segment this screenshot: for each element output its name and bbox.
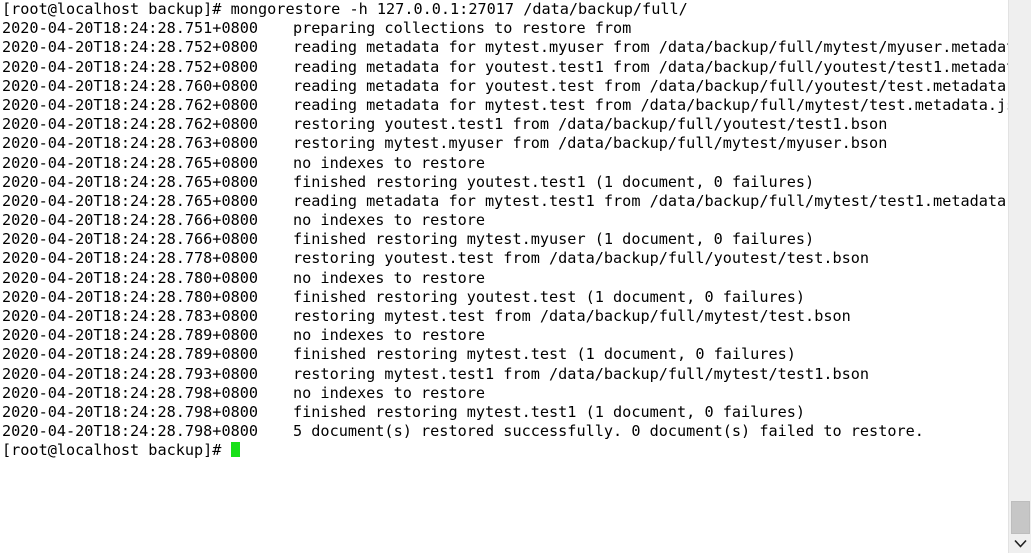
log-timestamp: 2020-04-20T18:24:28.798+0800 xyxy=(2,422,259,441)
terminal-log-line: 2020-04-20T18:24:28.752+0800 reading meta… xyxy=(2,58,1008,77)
log-timestamp: 2020-04-20T18:24:28.760+0800 xyxy=(2,76,259,95)
log-message: restoring mytest.myuser from /data/backu… xyxy=(293,134,888,153)
log-message: finished restoring mytest.test1 (1 docum… xyxy=(293,402,806,421)
terminal-log-line: 2020-04-20T18:24:28.760+0800 reading meta… xyxy=(2,77,1008,96)
log-message: restoring youtest.test1 from /data/backu… xyxy=(293,115,888,134)
log-message: restoring youtest.test from /data/backup… xyxy=(293,249,870,268)
terminal-log-line: 2020-04-20T18:24:28.793+0800 restoring my… xyxy=(2,365,1008,384)
terminal-log-line: 2020-04-20T18:24:28.765+0800 reading meta… xyxy=(2,192,1008,211)
terminal-log-line: 2020-04-20T18:24:28.763+0800 restoring my… xyxy=(2,134,1008,153)
log-message: reading metadata for mytest.test from /d… xyxy=(293,95,1008,114)
terminal-log-line: 2020-04-20T18:24:28.798+0800 no indexes t… xyxy=(2,384,1008,403)
log-timestamp: 2020-04-20T18:24:28.752+0800 xyxy=(2,57,259,76)
terminal-log-line: 2020-04-20T18:24:28.766+0800 finished res… xyxy=(2,230,1008,249)
log-timestamp: 2020-04-20T18:24:28.780+0800 xyxy=(2,287,259,306)
terminal-log-line: 2020-04-20T18:24:28.762+0800 restoring yo… xyxy=(2,115,1008,134)
terminal-log-line: 2020-04-20T18:24:28.751+0800 preparing co… xyxy=(2,19,1008,38)
log-message: reading metadata for mytest.myuser from … xyxy=(293,38,1008,57)
terminal-log-line: 2020-04-20T18:24:28.798+0800 finished res… xyxy=(2,403,1008,422)
log-timestamp: 2020-04-20T18:24:28.789+0800 xyxy=(2,326,259,345)
vertical-scrollbar[interactable] xyxy=(1008,0,1031,553)
log-message: reading metadata for youtest.test1 from … xyxy=(293,57,1008,76)
log-message: finished restoring youtest.test (1 docum… xyxy=(293,287,806,306)
log-message: finished restoring mytest.test (1 docume… xyxy=(293,345,796,364)
scroll-down-button[interactable] xyxy=(1009,534,1031,553)
terminal-log-line: 2020-04-20T18:24:28.798+0800 5 document(s… xyxy=(2,422,1008,441)
log-timestamp: 2020-04-20T18:24:28.798+0800 xyxy=(2,383,259,402)
log-timestamp: 2020-04-20T18:24:28.766+0800 xyxy=(2,230,259,249)
shell-prompt-line[interactable]: [root@localhost backup]# xyxy=(2,441,1008,460)
log-message: no indexes to restore xyxy=(293,326,486,345)
log-message: reading metadata for mytest.test1 from /… xyxy=(293,191,1008,210)
log-message: 5 document(s) restored successfully. 0 d… xyxy=(293,422,924,441)
chevron-down-icon xyxy=(1014,539,1027,548)
log-message: restoring mytest.test1 from /data/backup… xyxy=(293,364,870,383)
log-timestamp: 2020-04-20T18:24:28.752+0800 xyxy=(2,38,259,57)
log-message: no indexes to restore xyxy=(293,211,486,230)
log-message: no indexes to restore xyxy=(293,383,486,402)
log-message: finished restoring mytest.myuser (1 docu… xyxy=(293,230,815,249)
terminal-log-line: 2020-04-20T18:24:28.789+0800 finished res… xyxy=(2,345,1008,364)
block-cursor xyxy=(230,442,240,458)
terminal-log-line: 2020-04-20T18:24:28.762+0800 reading meta… xyxy=(2,96,1008,115)
terminal-log-line: 2020-04-20T18:24:28.765+0800 finished res… xyxy=(2,173,1008,192)
log-timestamp: 2020-04-20T18:24:28.765+0800 xyxy=(2,153,259,172)
command-line-first: [root@localhost backup]# mongorestore -h… xyxy=(2,0,1008,19)
log-message: preparing collections to restore from xyxy=(293,19,632,38)
log-timestamp: 2020-04-20T18:24:28.798+0800 xyxy=(2,402,259,421)
log-timestamp: 2020-04-20T18:24:28.793+0800 xyxy=(2,364,259,383)
shell-prompt-text: [root@localhost backup]# xyxy=(2,441,231,460)
log-timestamp: 2020-04-20T18:24:28.763+0800 xyxy=(2,134,259,153)
log-timestamp: 2020-04-20T18:24:28.762+0800 xyxy=(2,95,259,114)
command-line-text: [root@localhost backup]# mongorestore -h… xyxy=(2,0,688,18)
log-message: no indexes to restore xyxy=(293,268,486,287)
terminal-output-area[interactable]: [root@localhost backup]# mongorestore -h… xyxy=(0,0,1008,553)
log-line-list: 2020-04-20T18:24:28.751+0800 preparing co… xyxy=(2,19,1008,441)
log-timestamp: 2020-04-20T18:24:28.766+0800 xyxy=(2,211,259,230)
terminal-log-line: 2020-04-20T18:24:28.752+0800 reading meta… xyxy=(2,38,1008,57)
log-message: restoring mytest.test from /data/backup/… xyxy=(293,307,851,325)
log-timestamp: 2020-04-20T18:24:28.789+0800 xyxy=(2,345,259,364)
scrollbar-thumb[interactable] xyxy=(1011,501,1030,534)
log-message: finished restoring youtest.test1 (1 docu… xyxy=(293,172,815,191)
scrollbar-track[interactable] xyxy=(1009,0,1031,553)
log-timestamp: 2020-04-20T18:24:28.765+0800 xyxy=(2,191,259,210)
log-message: no indexes to restore xyxy=(293,153,486,172)
terminal-window: [root@localhost backup]# mongorestore -h… xyxy=(0,0,1031,553)
terminal-log-line: 2020-04-20T18:24:28.780+0800 no indexes t… xyxy=(2,269,1008,288)
log-timestamp: 2020-04-20T18:24:28.780+0800 xyxy=(2,268,259,287)
log-timestamp: 2020-04-20T18:24:28.778+0800 xyxy=(2,249,259,268)
terminal-log-line: 2020-04-20T18:24:28.789+0800 no indexes t… xyxy=(2,326,1008,345)
terminal-log-line: 2020-04-20T18:24:28.765+0800 no indexes t… xyxy=(2,154,1008,173)
terminal-log-line: 2020-04-20T18:24:28.783+0800 restoring my… xyxy=(2,307,1008,326)
terminal-log-line: 2020-04-20T18:24:28.778+0800 restoring yo… xyxy=(2,249,1008,268)
log-message: reading metadata for youtest.test from /… xyxy=(293,76,1008,95)
log-timestamp: 2020-04-20T18:24:28.762+0800 xyxy=(2,115,259,134)
log-timestamp: 2020-04-20T18:24:28.765+0800 xyxy=(2,172,259,191)
terminal-log-line: 2020-04-20T18:24:28.780+0800 finished res… xyxy=(2,288,1008,307)
terminal-log-line: 2020-04-20T18:24:28.766+0800 no indexes t… xyxy=(2,211,1008,230)
log-timestamp: 2020-04-20T18:24:28.783+0800 xyxy=(2,307,259,325)
log-timestamp: 2020-04-20T18:24:28.751+0800 xyxy=(2,19,259,38)
